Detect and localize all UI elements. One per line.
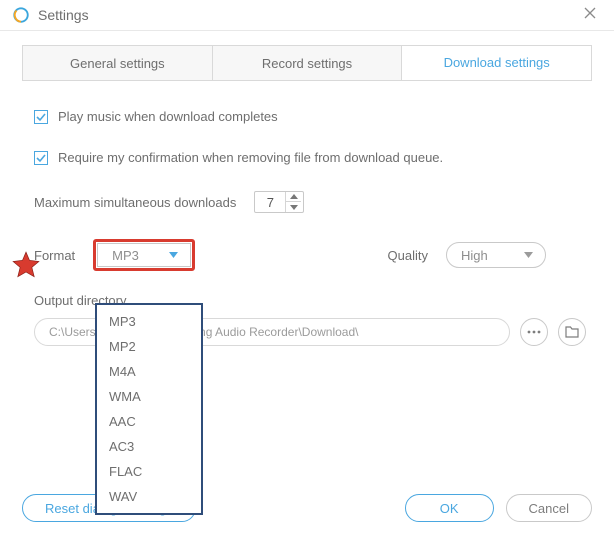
tab-general[interactable]: General settings: [23, 46, 213, 80]
row-play-on-complete: Play music when download completes: [28, 109, 586, 124]
tab-download[interactable]: Download settings: [402, 46, 591, 80]
format-option[interactable]: AC3: [97, 434, 201, 459]
spinner-max-downloads[interactable]: [254, 191, 304, 213]
close-button[interactable]: [578, 6, 602, 24]
check-icon: [36, 153, 46, 163]
checkbox-confirm-remove[interactable]: [34, 151, 48, 165]
row-max-downloads: Maximum simultaneous downloads: [34, 191, 586, 213]
check-icon: [36, 112, 46, 122]
titlebar: Settings: [0, 0, 614, 31]
chevron-down-icon: [524, 252, 533, 258]
label-quality: Quality: [388, 248, 428, 263]
label-max-downloads: Maximum simultaneous downloads: [34, 195, 236, 210]
input-max-downloads[interactable]: [255, 194, 285, 211]
select-format-value: MP3: [112, 248, 139, 263]
select-format[interactable]: MP3: [97, 243, 191, 267]
highlight-format: MP3: [93, 239, 195, 271]
star-highlight-icon: [12, 251, 40, 279]
select-quality-value: High: [461, 248, 488, 263]
checkbox-play-on-complete[interactable]: [34, 110, 48, 124]
format-option[interactable]: AAC: [97, 409, 201, 434]
chevron-up-icon: [290, 194, 298, 199]
format-option[interactable]: FLAC: [97, 459, 201, 484]
content: General settings Record settings Downloa…: [0, 31, 614, 346]
select-quality[interactable]: High: [446, 242, 546, 268]
cancel-button[interactable]: Cancel: [506, 494, 592, 522]
tabs: General settings Record settings Downloa…: [22, 45, 592, 81]
close-icon: [584, 7, 596, 19]
row-confirm-remove: Require my confirmation when removing fi…: [28, 150, 586, 165]
chevron-down-icon: [290, 205, 298, 210]
browse-button[interactable]: [520, 318, 548, 346]
app-logo-icon: [12, 6, 30, 24]
folder-icon: [565, 326, 579, 338]
label-play-on-complete: Play music when download completes: [58, 109, 278, 124]
tab-record[interactable]: Record settings: [213, 46, 403, 80]
ok-button[interactable]: OK: [405, 494, 494, 522]
spinner-down[interactable]: [286, 202, 301, 212]
format-option[interactable]: MP2: [97, 334, 201, 359]
format-dropdown: MP3 MP2 M4A WMA AAC AC3 FLAC WAV: [95, 303, 203, 515]
format-option[interactable]: M4A: [97, 359, 201, 384]
format-option[interactable]: MP3: [97, 309, 201, 334]
label-confirm-remove: Require my confirmation when removing fi…: [58, 150, 443, 165]
ellipsis-icon: [527, 330, 541, 334]
window-title: Settings: [38, 7, 578, 23]
row-format-quality: Format MP3 Quality High: [28, 239, 586, 271]
chevron-down-icon: [169, 252, 178, 258]
format-option[interactable]: WMA: [97, 384, 201, 409]
spinner-up[interactable]: [286, 192, 301, 202]
label-format: Format: [34, 248, 75, 263]
open-folder-button[interactable]: [558, 318, 586, 346]
format-option[interactable]: WAV: [97, 484, 201, 509]
